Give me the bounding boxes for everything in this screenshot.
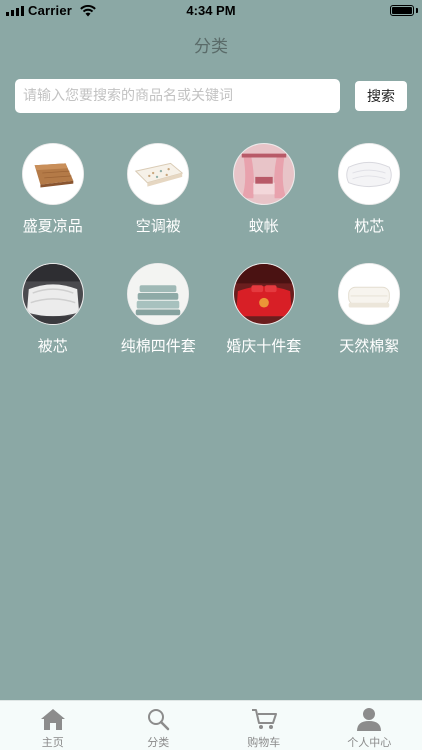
category-item-natural-cotton-wadding[interactable]: 天然棉絮: [317, 263, 422, 377]
category-label: 婚庆十件套: [226, 337, 302, 355]
pillow-icon: [338, 143, 401, 205]
tab-label: 分类: [147, 736, 170, 749]
tab-label: 主页: [41, 736, 64, 749]
search-icon: [148, 709, 170, 731]
category-item-duvet[interactable]: 被芯: [0, 263, 106, 377]
quilt-icon: [127, 143, 190, 205]
category-item-wedding-ten-piece[interactable]: 婚庆十件套: [211, 263, 317, 377]
status-bar: Carrier 4:34 PM: [0, 0, 422, 22]
category-item-pillow[interactable]: 枕芯: [317, 143, 422, 257]
duvet-icon: [21, 263, 84, 325]
tab-home[interactable]: 主页: [0, 701, 106, 750]
wedding-bedding-icon: [232, 263, 295, 325]
person-icon: [357, 708, 382, 731]
mosquito-net-icon: [232, 143, 295, 205]
category-label: 天然棉絮: [339, 337, 400, 355]
page-title: 分类: [194, 37, 228, 57]
tab-bar: 主页 分类 购物车 个人中心: [0, 700, 422, 750]
category-label: 盛夏凉品: [22, 217, 83, 235]
tab-profile[interactable]: 个人中心: [317, 701, 422, 750]
tab-label: 个人中心: [347, 736, 392, 749]
search-button[interactable]: 搜索: [355, 81, 407, 111]
bamboo-mat-icon: [21, 143, 84, 205]
category-label: 纯棉四件套: [120, 337, 196, 355]
category-item-mosquito-net[interactable]: 蚊帐: [211, 143, 317, 257]
category-item-summer-cool[interactable]: 盛夏凉品: [0, 143, 106, 257]
tab-cart[interactable]: 购物车: [211, 701, 317, 750]
category-label: 被芯: [37, 337, 68, 355]
cart-icon: [251, 709, 277, 729]
cotton-wadding-icon: [338, 263, 401, 325]
category-label: 空调被: [135, 217, 181, 235]
status-time: 4:34 PM: [186, 3, 236, 18]
category-grid: 盛夏凉品 空调被 蚊帐 枕芯 被芯 纯棉四件套 婚庆十件套 天然棉絮: [0, 143, 422, 377]
tab-label: 购物车: [247, 736, 281, 749]
category-item-ac-quilt[interactable]: 空调被: [106, 143, 212, 257]
category-item-cotton-four-piece[interactable]: 纯棉四件套: [106, 263, 212, 377]
category-label: 枕芯: [354, 217, 385, 235]
home-icon: [40, 709, 65, 730]
search-input[interactable]: [15, 79, 340, 113]
tab-category[interactable]: 分类: [106, 701, 212, 750]
battery-tip: [416, 8, 418, 13]
battery-icon: [390, 5, 414, 16]
folded-bedding-icon: [127, 263, 190, 325]
category-label: 蚊帐: [248, 217, 279, 235]
